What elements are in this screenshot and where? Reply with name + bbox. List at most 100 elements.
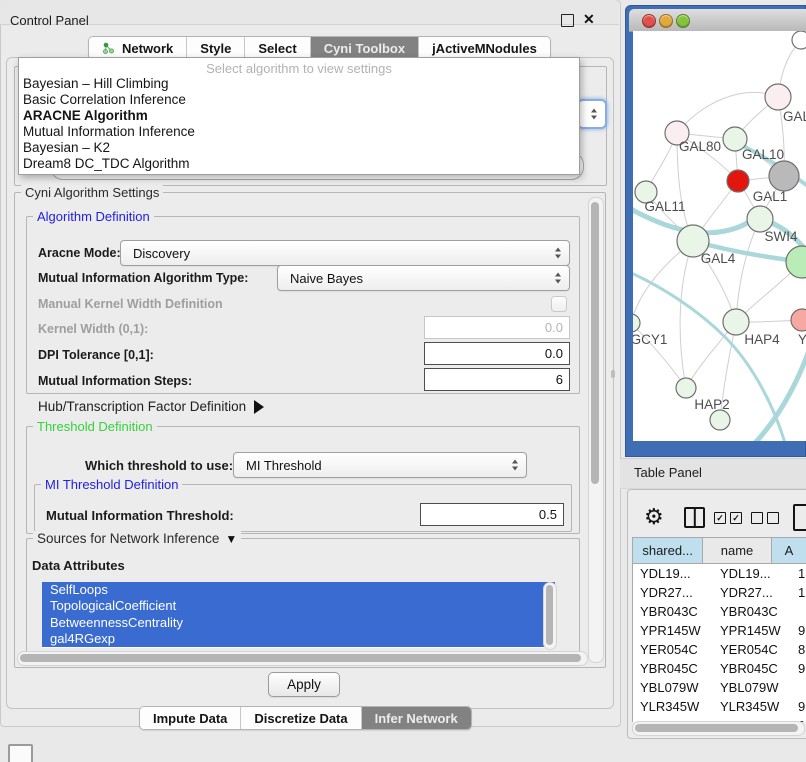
table-cell[interactable]: YBR045C	[633, 661, 713, 676]
apply-button[interactable]: Apply	[268, 672, 340, 697]
dpi-tolerance-input[interactable]: 0.0	[424, 342, 570, 365]
close-traffic-light[interactable]	[642, 14, 656, 28]
document-icon[interactable]	[793, 504, 806, 531]
mi-steps-input[interactable]: 6	[424, 368, 570, 391]
table-row[interactable]: YER054CYER054C8.	[633, 640, 806, 659]
table-row[interactable]: YBR043CYBR043C	[633, 602, 806, 621]
table-horizontal-scrollbar[interactable]	[632, 721, 805, 736]
table-cell[interactable]: YDR27...	[713, 585, 791, 600]
table-cell[interactable]: 8.	[791, 642, 806, 657]
dropdown-item[interactable]: Bayesian – Hill Climbing	[19, 76, 579, 92]
attributes-vertical-scrollbar[interactable]	[543, 582, 557, 650]
table-cell[interactable]: YLR345W	[633, 699, 713, 714]
data-attributes-list: SelfLoops TopologicalCoefficient Between…	[42, 582, 555, 648]
table-cell[interactable]: YBR043C	[713, 604, 791, 619]
settings-horizontal-scrollbar[interactable]	[17, 651, 588, 666]
table-cell[interactable]: YPR145W	[713, 623, 791, 638]
kernel-width-input[interactable]: 0.0	[424, 316, 570, 339]
hub-definition-toggle[interactable]: Hub/Transcription Factor Definition	[38, 399, 264, 414]
scrollbar-thumb[interactable]	[546, 585, 553, 645]
tab-impute-data[interactable]: Impute Data	[140, 707, 241, 729]
split-columns-icon[interactable]	[684, 507, 705, 528]
network-node-unlabeled[interactable]	[786, 246, 806, 278]
network-node-GAL[interactable]	[765, 84, 791, 110]
tab-discretize-data[interactable]: Discretize Data	[241, 707, 361, 729]
table-cell[interactable]: YER054C	[713, 642, 791, 657]
table-cell[interactable]: YPR145W	[633, 623, 713, 638]
close-icon[interactable]: ✕	[583, 11, 595, 27]
network-node-GAL1[interactable]	[727, 170, 749, 192]
table-row[interactable]: YDL19...YDL19...13	[633, 564, 806, 583]
network-edge[interactable]	[680, 241, 693, 388]
table-row[interactable]: YLR345WYLR345W9.	[633, 697, 806, 716]
network-node-unlabeled[interactable]	[710, 410, 730, 430]
network-canvas[interactable]: GALGAL80GAL10GAL1GAL11SWI4GAL4GCY1HAP4YH…	[633, 31, 806, 441]
table-cell[interactable]: YDL19...	[633, 566, 713, 581]
tab-network[interactable]: Network	[89, 37, 187, 59]
tab-cyni-toolbox[interactable]: Cyni Toolbox	[311, 37, 419, 59]
network-node-Y[interactable]	[791, 309, 806, 331]
table-row[interactable]: YBR045CYBR045C9.	[633, 659, 806, 678]
network-node-HAP2[interactable]	[676, 378, 696, 398]
network-edge[interactable]	[633, 271, 785, 441]
pane-splitter-handle[interactable]	[611, 370, 615, 378]
column-header-shared-name[interactable]: shared...	[633, 538, 703, 563]
manual-kernel-width-checkbox[interactable]	[551, 296, 567, 312]
network-node-GCY1[interactable]	[633, 314, 640, 332]
attribute-item[interactable]: BetweennessCentrality	[42, 615, 555, 631]
attribute-item[interactable]: SelfLoops	[42, 582, 555, 598]
tab-jactivemnodules[interactable]: jActiveMNodules	[419, 37, 550, 59]
table-cell[interactable]: YER054C	[633, 642, 713, 657]
settings-vertical-scrollbar[interactable]	[588, 197, 604, 663]
aracne-mode-select[interactable]: Discovery	[120, 240, 570, 266]
table-cell[interactable]: 9.	[791, 661, 806, 676]
gear-icon[interactable]: ⚙	[644, 505, 664, 529]
sources-toggle[interactable]: Sources for Network Inference▼	[33, 531, 241, 546]
table-row[interactable]: YPR145WYPR145W9.	[633, 621, 806, 640]
tab-infer-network[interactable]: Infer Network	[362, 707, 471, 729]
dropdown-item[interactable]: Dream8 DC_TDC Algorithm	[19, 156, 579, 172]
select-all-columns-icon[interactable]: ✓ ✓	[714, 512, 742, 524]
minimize-traffic-light[interactable]	[659, 14, 673, 28]
table-cell[interactable]: YDL19...	[713, 566, 791, 581]
dropdown-item[interactable]: Bayesian – K2	[19, 140, 579, 156]
mi-threshold-input[interactable]: 0.5	[420, 503, 564, 526]
control-panel-titlebar[interactable]	[0, 0, 619, 25]
tab-select[interactable]: Select	[245, 37, 310, 59]
dropdown-item[interactable]: Mutual Information Inference	[19, 124, 579, 140]
network-edge[interactable]	[736, 219, 760, 322]
table-cell[interactable]: YLR345W	[713, 699, 791, 714]
table-cell[interactable]: YBR043C	[633, 604, 713, 619]
mi-algorithm-type-select[interactable]: Naive Bayes	[277, 265, 570, 291]
scrollbar-thumb[interactable]	[635, 724, 798, 732]
table-cell[interactable]: YBL079W	[713, 680, 791, 695]
attribute-item[interactable]: TopologicalCoefficient	[42, 598, 555, 614]
combo-arrows-icon	[591, 109, 597, 120]
dropdown-item[interactable]: Basic Correlation Inference	[19, 92, 579, 108]
column-header-partial[interactable]: A	[772, 538, 806, 563]
dropdown-item-selected[interactable]: ARACNE Algorithm	[19, 108, 579, 124]
table-row[interactable]: YDR27...YDR27...12	[633, 583, 806, 602]
column-header-name[interactable]: name	[703, 538, 772, 563]
table-cell[interactable]: 9.	[791, 699, 806, 714]
network-node-unlabeled[interactable]	[792, 31, 806, 49]
table-row[interactable]: YBL079WYBL079W	[633, 678, 806, 697]
network-node-unlabeled[interactable]	[769, 161, 799, 191]
zoom-traffic-light[interactable]	[676, 14, 690, 28]
table-cell[interactable]: 13	[791, 566, 806, 581]
table-cell[interactable]: YDR27...	[633, 585, 713, 600]
network-edge[interactable]	[677, 92, 778, 133]
scrollbar-thumb[interactable]	[591, 202, 599, 484]
attribute-item[interactable]: gal4RGexp	[42, 631, 555, 647]
algorithm-combobox-fragment[interactable]	[577, 99, 607, 129]
tab-style[interactable]: Style	[187, 37, 245, 59]
table-cell[interactable]: 9.	[791, 623, 806, 638]
table-cell[interactable]: YBR045C	[713, 661, 791, 676]
table-cell[interactable]: YBL079W	[633, 680, 713, 695]
table-cell[interactable]: 12	[791, 585, 806, 600]
float-window-icon[interactable]	[561, 14, 574, 27]
dock-panel-icon[interactable]	[8, 744, 33, 762]
scrollbar-thumb[interactable]	[20, 654, 581, 662]
deselect-all-columns-icon[interactable]	[751, 512, 779, 524]
which-threshold-select[interactable]: MI Threshold	[233, 452, 527, 478]
